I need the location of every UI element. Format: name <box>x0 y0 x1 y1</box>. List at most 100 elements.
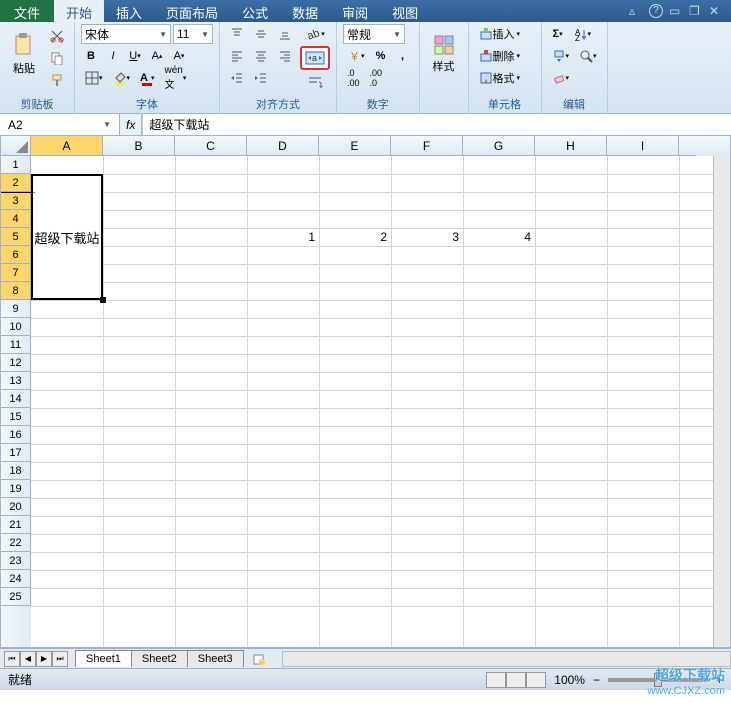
align-left-button[interactable] <box>226 46 248 66</box>
tab-home[interactable]: 开始 <box>54 0 104 22</box>
row-header-7[interactable]: 7 <box>1 264 31 282</box>
grow-font-button[interactable]: A▴ <box>147 46 167 66</box>
cell-F5[interactable]: 3 <box>391 228 463 246</box>
sheet-tab-sheet3[interactable]: Sheet3 <box>187 650 244 667</box>
tab-nav-last[interactable]: ⏭ <box>52 651 68 667</box>
tab-nav-next[interactable]: ▶ <box>36 651 52 667</box>
delete-cells-button[interactable]: 删除▾ <box>475 46 535 66</box>
paste-button[interactable]: 粘贴 <box>6 24 42 84</box>
row-header-20[interactable]: 20 <box>1 498 31 516</box>
row-header-25[interactable]: 25 <box>1 588 31 606</box>
fx-icon[interactable]: fx <box>126 118 135 132</box>
window-restore-icon[interactable]: ❐ <box>689 4 703 18</box>
fill-color-button[interactable]: ▾ <box>109 68 135 88</box>
row-header-1[interactable]: 1 <box>1 156 31 174</box>
row-header-10[interactable]: 10 <box>1 318 31 336</box>
col-header-A[interactable]: A <box>31 136 103 156</box>
minimize-ribbon-icon[interactable]: ▵ <box>629 4 643 18</box>
col-header-C[interactable]: C <box>175 136 247 156</box>
align-right-button[interactable] <box>274 46 296 66</box>
decrease-indent-button[interactable] <box>226 68 248 88</box>
window-close-icon[interactable]: ✕ <box>709 4 723 18</box>
find-button[interactable]: ▾ <box>575 46 601 66</box>
tab-formula[interactable]: 公式 <box>230 0 280 22</box>
format-cells-button[interactable]: 格式▾ <box>475 68 535 88</box>
phonetic-button[interactable]: wén文▾ <box>161 68 191 88</box>
view-page-break-button[interactable] <box>526 672 546 688</box>
vertical-scrollbar[interactable] <box>713 156 730 647</box>
col-header-H[interactable]: H <box>535 136 607 156</box>
row-header-24[interactable]: 24 <box>1 570 31 588</box>
align-middle-button[interactable] <box>250 24 272 44</box>
comma-button[interactable]: , <box>393 46 413 66</box>
row-header-14[interactable]: 14 <box>1 390 31 408</box>
new-sheet-button[interactable] <box>248 649 270 669</box>
cut-button[interactable] <box>46 26 68 46</box>
sort-filter-button[interactable]: AZ▾ <box>570 24 596 44</box>
cell-G5[interactable]: 4 <box>463 228 535 246</box>
row-header-16[interactable]: 16 <box>1 426 31 444</box>
shrink-font-button[interactable]: A▾ <box>169 46 189 66</box>
row-header-23[interactable]: 23 <box>1 552 31 570</box>
font-color-button[interactable]: A▾ <box>136 68 158 88</box>
insert-cells-button[interactable]: 插入▾ <box>475 24 535 44</box>
styles-button[interactable]: 样式 <box>426 24 462 84</box>
percent-button[interactable]: % <box>371 46 391 66</box>
row-header-11[interactable]: 11 <box>1 336 31 354</box>
row-header-15[interactable]: 15 <box>1 408 31 426</box>
col-header-G[interactable]: G <box>463 136 535 156</box>
name-box[interactable]: A2 ▼ <box>0 114 120 135</box>
tab-layout[interactable]: 页面布局 <box>154 0 230 22</box>
row-header-22[interactable]: 22 <box>1 534 31 552</box>
row-header-13[interactable]: 13 <box>1 372 31 390</box>
tab-review[interactable]: 审阅 <box>330 0 380 22</box>
tab-data[interactable]: 数据 <box>280 0 330 22</box>
col-header-I[interactable]: I <box>607 136 679 156</box>
underline-button[interactable]: U▾ <box>125 46 145 66</box>
currency-button[interactable]: ￥▾ <box>343 46 369 66</box>
row-header-21[interactable]: 21 <box>1 516 31 534</box>
col-header-E[interactable]: E <box>319 136 391 156</box>
row-header-9[interactable]: 9 <box>1 300 31 318</box>
sheet-tab-sheet2[interactable]: Sheet2 <box>131 650 188 667</box>
col-header-D[interactable]: D <box>247 136 319 156</box>
clear-button[interactable]: ▾ <box>548 68 574 88</box>
align-center-button[interactable] <box>250 46 272 66</box>
view-normal-button[interactable] <box>486 672 506 688</box>
orientation-button[interactable]: ab▾ <box>300 24 330 44</box>
wrap-text-button[interactable] <box>300 72 330 92</box>
align-bottom-button[interactable] <box>274 24 296 44</box>
view-page-layout-button[interactable] <box>506 672 526 688</box>
cell-D5[interactable]: 1 <box>247 228 319 246</box>
sheet-tab-sheet1[interactable]: Sheet1 <box>75 650 132 667</box>
increase-decimal-button[interactable]: .0.00 <box>343 68 364 88</box>
format-painter-button[interactable] <box>46 70 68 90</box>
row-header-5[interactable]: 5 <box>1 228 31 246</box>
zoom-value[interactable]: 100% <box>554 673 585 687</box>
row-header-17[interactable]: 17 <box>1 444 31 462</box>
row-header-18[interactable]: 18 <box>1 462 31 480</box>
bold-button[interactable]: B <box>81 46 101 66</box>
border-button[interactable]: ▾ <box>81 68 107 88</box>
formula-input[interactable]: 超级下载站 <box>142 114 731 135</box>
tab-view[interactable]: 视图 <box>380 0 430 22</box>
row-header-3[interactable]: 3 <box>1 192 31 210</box>
tab-insert[interactable]: 插入 <box>104 0 154 22</box>
window-minimize-icon[interactable]: ▭ <box>669 4 683 18</box>
cell-E5[interactable]: 2 <box>319 228 391 246</box>
italic-button[interactable]: I <box>103 46 123 66</box>
help-icon[interactable]: ? <box>649 4 663 18</box>
file-tab[interactable]: 文件 <box>0 0 54 22</box>
autosum-button[interactable]: Σ▾ <box>548 24 568 44</box>
align-top-button[interactable] <box>226 24 248 44</box>
col-header-B[interactable]: B <box>103 136 175 156</box>
row-header-19[interactable]: 19 <box>1 480 31 498</box>
row-header-6[interactable]: 6 <box>1 246 31 264</box>
selection-handle[interactable] <box>100 297 106 303</box>
row-header-4[interactable]: 4 <box>1 210 31 228</box>
zoom-out-button[interactable]: − <box>593 673 600 687</box>
font-name-combo[interactable]: 宋体▼ <box>81 24 171 44</box>
col-header-F[interactable]: F <box>391 136 463 156</box>
row-header-8[interactable]: 8 <box>1 282 31 300</box>
select-all-corner[interactable] <box>1 136 31 156</box>
